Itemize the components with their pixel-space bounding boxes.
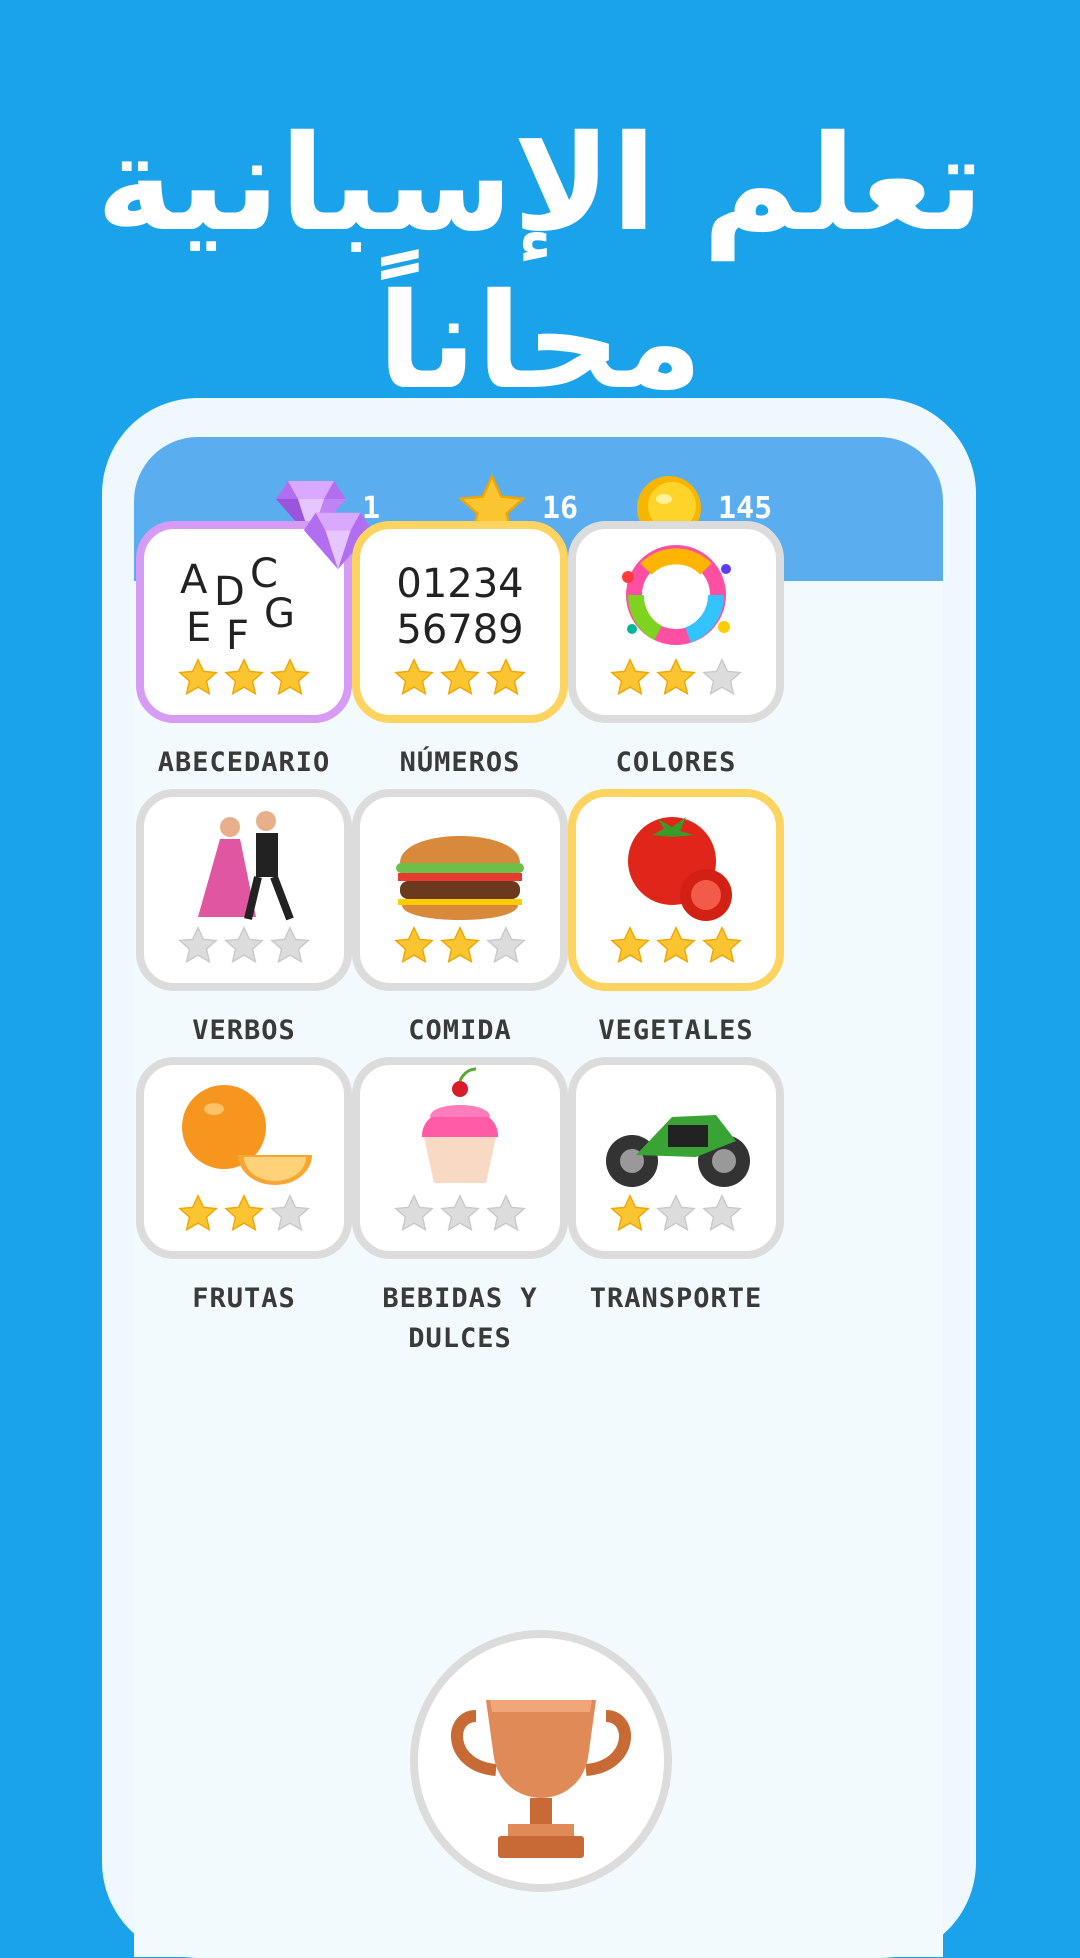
category-card[interactable] [568, 789, 784, 991]
numbers-art: 01234 56789 [360, 561, 560, 653]
star-rating [576, 1193, 776, 1235]
star-icon [656, 925, 696, 964]
star-icon [702, 1193, 742, 1232]
star-rating [360, 1193, 560, 1235]
star-rating [360, 657, 560, 699]
star-icon [610, 925, 650, 964]
star-rating [144, 657, 344, 699]
star-icon [610, 657, 650, 696]
category-label: TRANSPORTE [589, 1283, 763, 1314]
category-label: COLORES [615, 747, 737, 778]
star-icon [224, 1193, 264, 1232]
stars-count: 16 [542, 490, 579, 526]
category-card[interactable]: ADCEFG [136, 512, 373, 723]
star-icon [440, 925, 480, 964]
star-rating [576, 657, 776, 699]
star-icon [486, 1193, 526, 1232]
star-icon [224, 925, 264, 964]
star-icon [486, 925, 526, 964]
category-card[interactable] [136, 1057, 352, 1259]
star-rating [144, 1193, 344, 1235]
art-numbers-line: 56789 [396, 607, 524, 653]
star-icon [440, 657, 480, 696]
art-numbers-line: 01234 [396, 561, 524, 607]
star-rating [144, 925, 344, 967]
category-card[interactable] [352, 1057, 568, 1259]
trophy-icon [451, 1700, 631, 1858]
star-icon [440, 1193, 480, 1232]
star-icon [270, 925, 310, 964]
art-letter: A [180, 557, 208, 603]
star-icon [178, 657, 218, 696]
category-card[interactable] [568, 1057, 784, 1259]
star-icon [394, 925, 434, 964]
star-icon [270, 657, 310, 696]
trophy-button[interactable] [410, 1630, 672, 1892]
star-icon [178, 1193, 218, 1232]
star-icon [656, 657, 696, 696]
star-icon [270, 1193, 310, 1232]
promo-title: تعلم الإسبانية مجاناً [96, 107, 984, 420]
art-letter: G [264, 591, 295, 637]
category-label: VEGETALES [598, 1015, 754, 1046]
category-card[interactable]: 01234 56789 [352, 521, 568, 723]
art-letter: D [214, 569, 245, 615]
star-icon [656, 1193, 696, 1232]
star-icon [702, 657, 742, 696]
star-icon [178, 925, 218, 964]
alphabet-art: ADCEFG [180, 551, 320, 661]
star-rating [360, 925, 560, 967]
art-letter: F [226, 613, 250, 659]
art-letter: E [186, 605, 212, 651]
star-icon [224, 657, 264, 696]
star-icon [486, 657, 526, 696]
star-icon [394, 657, 434, 696]
star-icon [394, 1193, 434, 1232]
category-card[interactable] [352, 789, 568, 991]
star-icon [610, 1193, 650, 1232]
star-icon [702, 925, 742, 964]
category-card[interactable] [136, 789, 352, 991]
category-card[interactable] [568, 521, 784, 723]
star-rating [576, 925, 776, 967]
